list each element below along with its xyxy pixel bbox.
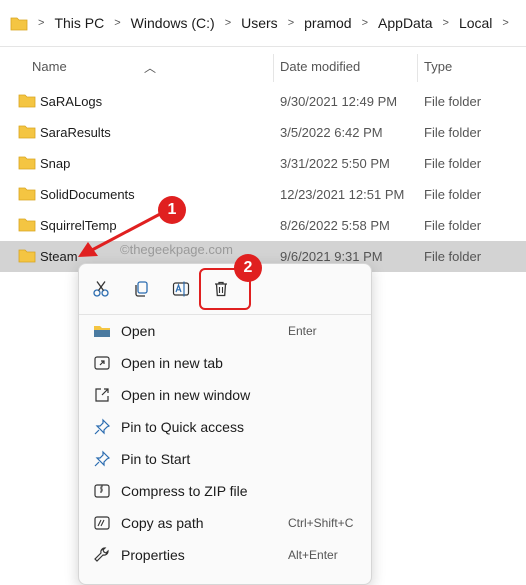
step-badge-2: 2 <box>234 254 262 282</box>
annotation-arrow <box>78 211 163 257</box>
step-badge-1: 1 <box>158 196 186 224</box>
